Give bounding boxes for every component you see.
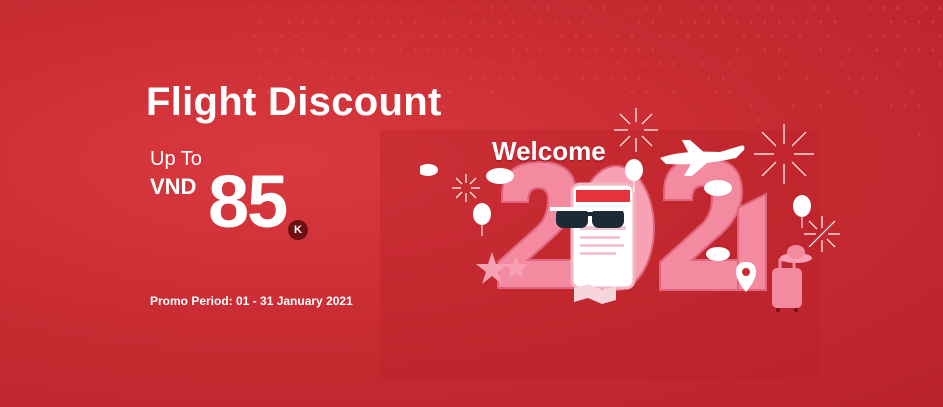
promo-title: Flight Discount bbox=[146, 80, 442, 125]
suitcase-icon bbox=[772, 260, 802, 312]
hat-icon bbox=[780, 245, 812, 263]
promo-period: Promo Period: 01 - 31 January 2021 bbox=[150, 294, 353, 308]
phone-icon bbox=[572, 184, 634, 288]
up-to-label: Up To bbox=[150, 148, 202, 171]
currency-label: VND bbox=[150, 174, 196, 200]
flight-discount-banner[interactable]: Flight Discount Up To VND 85 K Promo Per… bbox=[0, 0, 943, 407]
digit-2-right bbox=[660, 158, 744, 290]
discount-amount: 85 bbox=[208, 162, 286, 242]
amount-unit-badge: K bbox=[288, 220, 308, 240]
welcome-text: Welcome bbox=[492, 136, 606, 167]
